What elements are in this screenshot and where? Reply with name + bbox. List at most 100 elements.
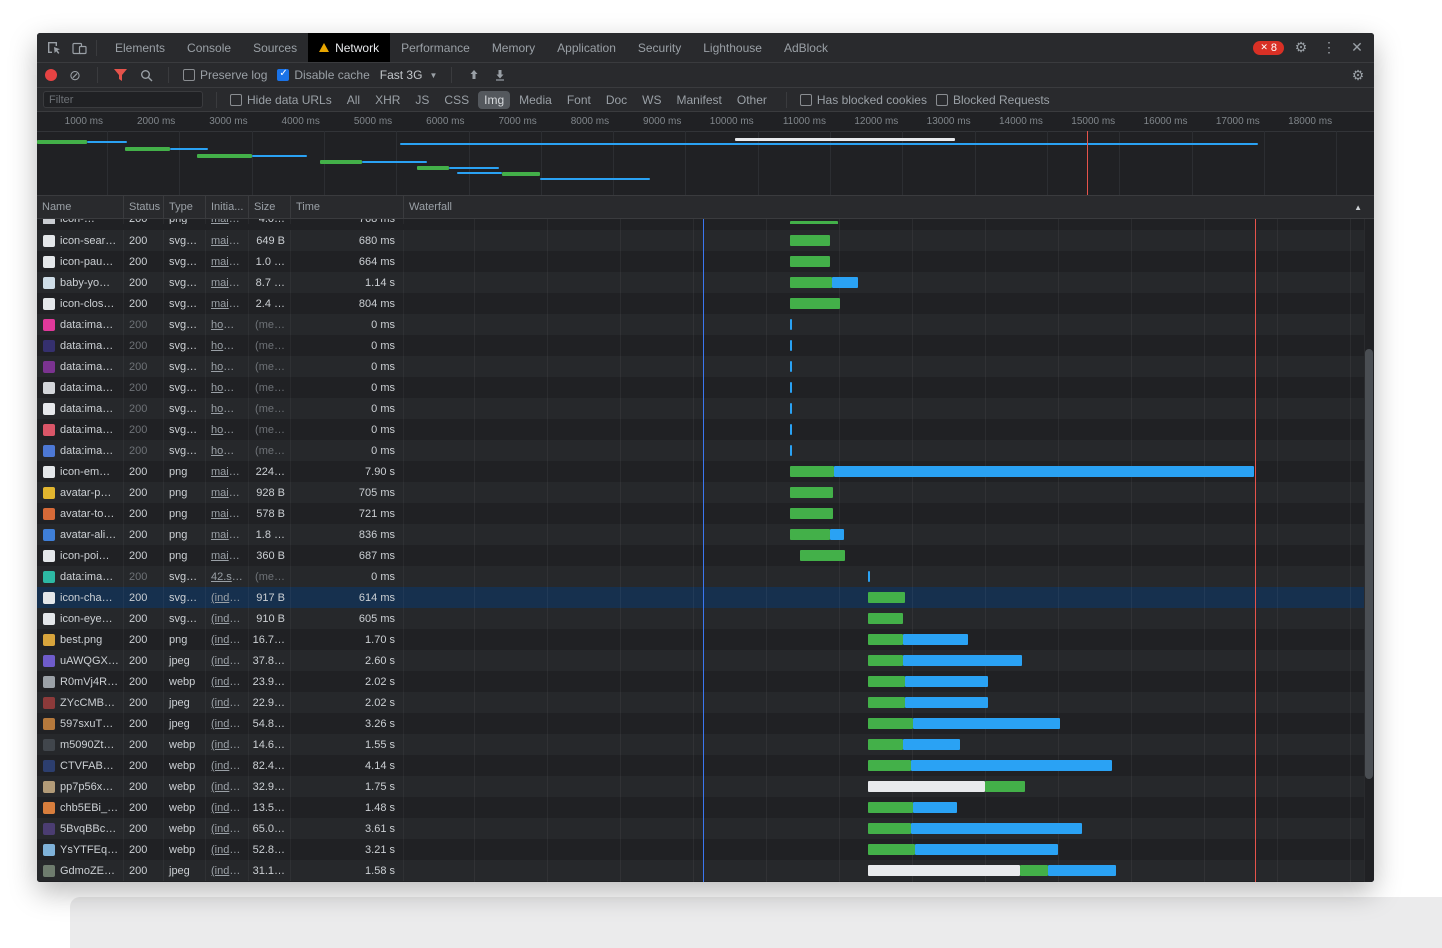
export-har-icon[interactable] <box>492 66 508 84</box>
table-row[interactable]: CTVFABF…200webp(index)82.4…4.14 s <box>37 755 1374 776</box>
filter-type-manifest[interactable]: Manifest <box>671 91 728 109</box>
initiator-link[interactable]: (index) <box>211 592 243 604</box>
filter-type-other[interactable]: Other <box>731 91 773 109</box>
blocked-requests-toggle[interactable]: Blocked Requests <box>936 93 1050 107</box>
disable-cache-toggle[interactable]: Disable cache <box>277 68 369 82</box>
table-row[interactable]: pp7p56x…200webp(index)32.9…1.75 s <box>37 776 1374 797</box>
table-row[interactable]: icon-poi…200pngmain…360 B687 ms <box>37 545 1374 566</box>
network-settings-gear-icon[interactable]: ⚙ <box>1350 66 1366 84</box>
table-row[interactable]: m5090Zt…200webp(index)14.6…1.55 s <box>37 734 1374 755</box>
settings-gear-icon[interactable]: ⚙ <box>1290 36 1312 60</box>
initiator-link[interactable]: hom… <box>211 319 243 331</box>
more-options-icon[interactable]: ⋮ <box>1318 36 1340 60</box>
initiator-link[interactable]: main… <box>211 277 243 289</box>
table-row[interactable]: chb5EBi_…200webp(index)13.5…1.48 s <box>37 797 1374 818</box>
table-row[interactable]: best.png200png(index)16.7…1.70 s <box>37 629 1374 650</box>
tab-security[interactable]: Security <box>627 33 692 62</box>
initiator-link[interactable]: main… <box>211 508 243 520</box>
filter-type-ws[interactable]: WS <box>636 91 667 109</box>
initiator-link[interactable]: (index) <box>211 676 243 688</box>
initiator-link[interactable]: hom… <box>211 340 243 352</box>
initiator-link[interactable]: (index) <box>211 697 243 709</box>
table-row[interactable]: data:ima…200svg…hom…(me…0 ms <box>37 440 1374 461</box>
column-header-waterfall[interactable]: Waterfall <box>404 196 1374 218</box>
import-har-icon[interactable] <box>466 66 482 84</box>
has-blocked-cookies-checkbox[interactable] <box>800 94 812 106</box>
sort-ascending-icon[interactable]: ▲ <box>1354 203 1362 212</box>
filter-type-img[interactable]: Img <box>478 91 510 109</box>
initiator-link[interactable]: (index) <box>211 844 243 856</box>
table-row[interactable]: data:ima…200svg…hom…(me…0 ms <box>37 335 1374 356</box>
hide-data-urls-checkbox[interactable] <box>230 94 242 106</box>
initiator-link[interactable]: main… <box>211 256 243 268</box>
initiator-link[interactable]: main… <box>211 219 243 224</box>
initiator-link[interactable]: 42.st… <box>211 571 243 583</box>
table-row[interactable]: uAWQGX…200jpeg(index)37.8…2.60 s <box>37 650 1374 671</box>
tab-adblock[interactable]: AdBlock <box>773 33 839 62</box>
tab-elements[interactable]: Elements <box>104 33 176 62</box>
table-row[interactable]: ZYcCMB…200jpeg(index)22.9…2.02 s <box>37 692 1374 713</box>
filter-funnel-icon[interactable] <box>112 66 128 84</box>
table-row[interactable]: R0mVj4R…200webp(index)23.9…2.02 s <box>37 671 1374 692</box>
blocked-requests-checkbox[interactable] <box>936 94 948 106</box>
table-row[interactable]: data:ima…200svg…hom…(me…0 ms <box>37 356 1374 377</box>
table-row[interactable]: data:ima…200svg…hom…(me…0 ms <box>37 419 1374 440</box>
table-row[interactable]: avatar-p…200pngmain…928 B705 ms <box>37 482 1374 503</box>
initiator-link[interactable]: hom… <box>211 403 243 415</box>
initiator-link[interactable]: (index) <box>211 760 243 772</box>
table-row[interactable]: icon-em…200pngmain…224…7.90 s <box>37 461 1374 482</box>
filter-type-font[interactable]: Font <box>561 91 597 109</box>
initiator-link[interactable]: main… <box>211 550 243 562</box>
tab-lighthouse[interactable]: Lighthouse <box>692 33 773 62</box>
initiator-link[interactable]: main… <box>211 298 243 310</box>
tab-sources[interactable]: Sources <box>242 33 308 62</box>
disable-cache-checkbox[interactable] <box>277 69 289 81</box>
preserve-log-checkbox[interactable] <box>183 69 195 81</box>
initiator-link[interactable]: (index) <box>211 655 243 667</box>
table-row[interactable]: icon-pau…200svg…main…1.0 …664 ms <box>37 251 1374 272</box>
table-row[interactable]: icon-cha…200svg…(index)917 B614 ms <box>37 587 1374 608</box>
filter-type-xhr[interactable]: XHR <box>369 91 406 109</box>
initiator-link[interactable]: main… <box>211 235 243 247</box>
has-blocked-cookies-toggle[interactable]: Has blocked cookies <box>800 93 927 107</box>
vertical-scrollbar[interactable] <box>1364 219 1374 882</box>
preserve-log-toggle[interactable]: Preserve log <box>183 68 267 82</box>
initiator-link[interactable]: main… <box>211 466 243 478</box>
initiator-link[interactable]: (index) <box>211 823 243 835</box>
table-row[interactable]: avatar-to…200pngmain…578 B721 ms <box>37 503 1374 524</box>
filter-input[interactable] <box>43 91 203 108</box>
initiator-link[interactable]: (index) <box>211 865 243 877</box>
initiator-link[interactable]: (index) <box>211 613 243 625</box>
hide-data-urls-toggle[interactable]: Hide data URLs <box>230 93 332 107</box>
close-icon[interactable]: ✕ <box>1346 36 1368 60</box>
table-row[interactable]: icon-sear…200svg…main…649 B680 ms <box>37 230 1374 251</box>
initiator-link[interactable]: main… <box>211 529 243 541</box>
scrollbar-thumb[interactable] <box>1365 349 1373 779</box>
table-row[interactable]: icon-eye…200svg…(index)910 B605 ms <box>37 608 1374 629</box>
column-header-initiator[interactable]: Initia... <box>206 196 249 218</box>
tab-memory[interactable]: Memory <box>481 33 546 62</box>
inspect-element-icon[interactable] <box>40 36 66 60</box>
filter-type-all[interactable]: All <box>341 91 366 109</box>
table-row[interactable]: 5BvqBBc…200webp(index)65.0…3.61 s <box>37 818 1374 839</box>
filter-type-media[interactable]: Media <box>513 91 558 109</box>
device-toolbar-icon[interactable] <box>66 36 92 60</box>
network-overview[interactable]: 1000 ms2000 ms3000 ms4000 ms5000 ms6000 … <box>37 112 1374 196</box>
table-row[interactable]: icon-clos…200svg…main…2.4 …804 ms <box>37 293 1374 314</box>
initiator-link[interactable]: hom… <box>211 424 243 436</box>
table-row[interactable]: data:ima…200svg…hom…(me…0 ms <box>37 377 1374 398</box>
clear-icon[interactable]: ⊘ <box>67 66 83 84</box>
column-header-time[interactable]: Time <box>291 196 404 218</box>
table-row[interactable]: avatar-ali…200pngmain…1.8 …836 ms <box>37 524 1374 545</box>
table-row[interactable]: YsYTFEq_…200webp(index)52.8…3.21 s <box>37 839 1374 860</box>
table-row[interactable]: GdmoZE…200jpeg(index)31.1…1.58 s <box>37 860 1374 881</box>
record-button[interactable] <box>45 69 57 81</box>
initiator-link[interactable]: (index) <box>211 718 243 730</box>
table-row[interactable]: data:ima…200svg…hom…(me…0 ms <box>37 314 1374 335</box>
filter-type-css[interactable]: CSS <box>438 91 475 109</box>
column-header-name[interactable]: Name <box>37 196 124 218</box>
initiator-link[interactable]: hom… <box>211 361 243 373</box>
initiator-link[interactable]: main… <box>211 487 243 499</box>
initiator-link[interactable]: (index) <box>211 634 243 646</box>
initiator-link[interactable]: (index) <box>211 802 243 814</box>
